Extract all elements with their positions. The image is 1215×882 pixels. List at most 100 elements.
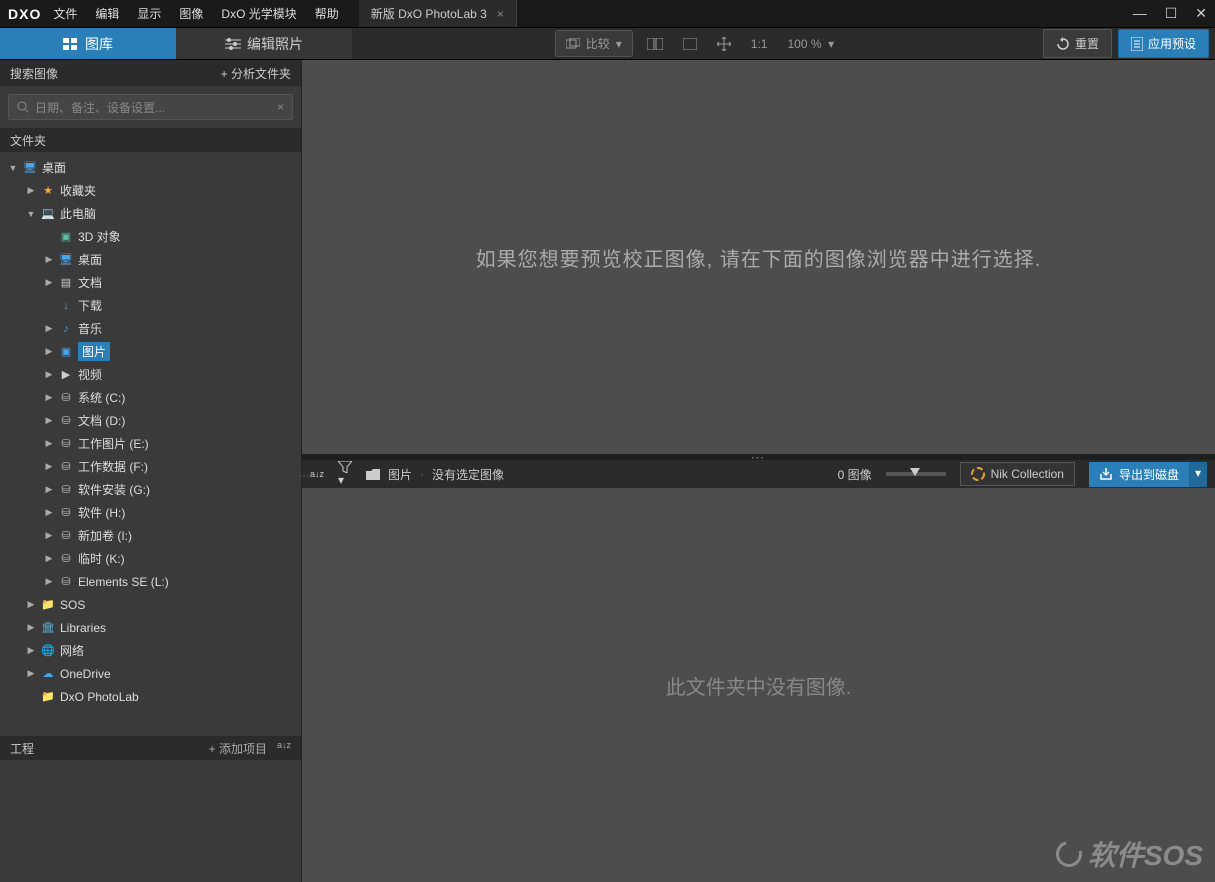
chevron-right-icon[interactable]: ▶ (44, 576, 54, 587)
tree-item-label: 此电脑 (60, 205, 96, 222)
chevron-down-icon[interactable]: ▼ (8, 163, 18, 173)
tree-item-label: 音乐 (78, 320, 102, 337)
tree-item-label: Libraries (60, 621, 106, 635)
tree-item[interactable]: ▶▶视频 (0, 363, 301, 386)
projects-panel (0, 760, 301, 882)
tree-item[interactable]: ▶▣图片 (0, 340, 301, 363)
tree-item[interactable]: ▶🖥桌面 (0, 248, 301, 271)
ratio-label[interactable]: 1:1 (745, 33, 774, 55)
breadcrumb-folder[interactable]: 图片 (388, 466, 412, 483)
menu-item[interactable]: 文件 (53, 5, 77, 22)
chevron-right-icon[interactable]: ▶ (44, 369, 54, 380)
fit-button[interactable] (677, 34, 703, 54)
tree-item[interactable]: ▼💻此电脑 (0, 202, 301, 225)
drive-icon: ⛁ (58, 552, 74, 566)
menu-item[interactable]: 显示 (137, 5, 161, 22)
chevron-right-icon[interactable]: ▶ (26, 599, 36, 610)
tree-item[interactable]: ▶⛁Elements SE (L:) (0, 570, 301, 593)
export-dropdown[interactable]: ▾ (1189, 462, 1207, 487)
tree-item[interactable]: ▶▣3D 对象 (0, 225, 301, 248)
chevron-right-icon[interactable]: ▶ (44, 277, 54, 288)
minimize-button[interactable]: — (1133, 5, 1147, 22)
tree-item[interactable]: ▶↓下载 (0, 294, 301, 317)
horizontal-splitter[interactable] (302, 454, 1215, 460)
menu-item[interactable]: DxO 光学模块 (221, 5, 296, 22)
tree-item[interactable]: ▶⛁工作数据 (F:) (0, 455, 301, 478)
tree-item[interactable]: ▼🖥桌面 (0, 156, 301, 179)
tree-item-label: Elements SE (L:) (78, 575, 169, 589)
library-mode-button[interactable]: 图库 (0, 28, 176, 59)
sort-button[interactable]: a↓z (310, 470, 324, 479)
tree-item[interactable]: ▶⛁系统 (C:) (0, 386, 301, 409)
chevron-right-icon[interactable]: ▶ (44, 415, 54, 426)
menu-item[interactable]: 编辑 (95, 5, 119, 22)
chevron-down-icon[interactable]: ▼ (26, 209, 36, 219)
tree-item[interactable]: ▶⛁新加卷 (I:) (0, 524, 301, 547)
chevron-right-icon[interactable]: ▶ (44, 323, 54, 334)
folders-header: 文件夹 (0, 128, 301, 152)
cloud-icon: ☁ (40, 667, 56, 681)
analyze-folder-link[interactable]: + 分析文件夹 (221, 65, 291, 82)
menu-item[interactable]: 图像 (179, 5, 203, 22)
drive-icon: ⛁ (58, 414, 74, 428)
tree-item[interactable]: ▶⛁工作图片 (E:) (0, 432, 301, 455)
chevron-right-icon[interactable]: ▶ (44, 438, 54, 449)
chevron-right-icon[interactable]: ▶ (26, 185, 36, 196)
split-view-button[interactable] (641, 34, 669, 54)
tree-item[interactable]: ▶ ⛁ 文档 (D:) (0, 409, 301, 432)
chevron-right-icon[interactable]: ▶ (26, 645, 36, 656)
tree-item[interactable]: ▶🏛Libraries (0, 616, 301, 639)
tree-item[interactable]: ▶📁DxO PhotoLab (0, 685, 301, 708)
compare-button[interactable]: 比较 ▾ (555, 30, 633, 57)
export-button[interactable]: 导出到磁盘 (1089, 462, 1189, 487)
tree-item[interactable]: ▶⛁软件 (H:) (0, 501, 301, 524)
tree-item[interactable]: ▶⛁软件安装 (G:) (0, 478, 301, 501)
chevron-right-icon[interactable]: ▶ (44, 484, 54, 495)
chevron-right-icon[interactable]: ▶ (44, 553, 54, 564)
chevron-right-icon[interactable]: ▶ (26, 668, 36, 679)
thumbnail-size-slider[interactable] (886, 472, 946, 476)
monitor-icon: 🖥 (22, 161, 38, 175)
tree-item[interactable]: ▶📁SOS (0, 593, 301, 616)
tree-item-label: 网络 (60, 642, 84, 659)
chevron-right-icon[interactable]: ▶ (44, 346, 54, 357)
tree-item[interactable]: ▶☁OneDrive (0, 662, 301, 685)
tree-item[interactable]: ▶⛁临时 (K:) (0, 547, 301, 570)
edit-mode-button[interactable]: 编辑照片 (176, 28, 352, 59)
reset-button[interactable]: 重置 (1043, 29, 1112, 58)
tree-item-label: 文档 (D:) (78, 412, 125, 429)
browser-empty-message: 此文件夹中没有图像. (666, 671, 852, 700)
chevron-right-icon[interactable]: ▶ (44, 392, 54, 403)
close-button[interactable]: ✕ (1195, 5, 1207, 22)
add-project-link[interactable]: + 添加项目 (209, 740, 267, 757)
tree-item[interactable]: ▶🌐网络 (0, 639, 301, 662)
apply-preset-button[interactable]: 应用预设 (1118, 29, 1209, 58)
move-button[interactable] (711, 33, 737, 55)
chevron-right-icon[interactable]: ▶ (44, 530, 54, 541)
nik-collection-button[interactable]: Nik Collection (960, 462, 1075, 486)
menu-item[interactable]: 帮助 (315, 5, 339, 22)
clear-search-icon[interactable]: × (277, 100, 284, 114)
chevron-right-icon[interactable]: ▶ (44, 254, 54, 265)
menu-items: 文件 编辑 显示 图像 DxO 光学模块 帮助 (53, 5, 338, 22)
monitor-icon: 🖥 (58, 253, 74, 267)
tree-item[interactable]: ▶▤文档 (0, 271, 301, 294)
vertical-splitter[interactable]: ⋮ (298, 471, 309, 481)
filter-button[interactable]: ▾ (338, 461, 352, 487)
tree-item-label: 图片 (78, 342, 110, 361)
tree-item-label: DxO PhotoLab (60, 690, 139, 704)
maximize-button[interactable]: ☐ (1165, 5, 1178, 22)
tree-item[interactable]: ▶★收藏夹 (0, 179, 301, 202)
chevron-right-icon[interactable]: ▶ (44, 461, 54, 472)
window-controls: — ☐ ✕ (1133, 5, 1207, 22)
viewer: ⋮ 如果您想要预览校正图像, 请在下面的图像浏览器中进行选择. a↓z ▾ 图片… (302, 60, 1215, 882)
tree-item[interactable]: ▶♪音乐 (0, 317, 301, 340)
document-tab[interactable]: 新版 DxO PhotoLab 3 × (359, 0, 517, 27)
close-icon[interactable]: × (497, 7, 504, 21)
toolbar: 图库 编辑照片 比较 ▾ 1:1 100 % ▾ 重置 应用预设 (0, 28, 1215, 60)
search-input[interactable]: 日期、备注、设备设置... × (8, 94, 293, 120)
zoom-dropdown[interactable]: 100 % ▾ (781, 33, 840, 55)
chevron-right-icon[interactable]: ▶ (44, 507, 54, 518)
sort-projects-button[interactable]: a↓z (277, 740, 291, 757)
chevron-right-icon[interactable]: ▶ (26, 622, 36, 633)
